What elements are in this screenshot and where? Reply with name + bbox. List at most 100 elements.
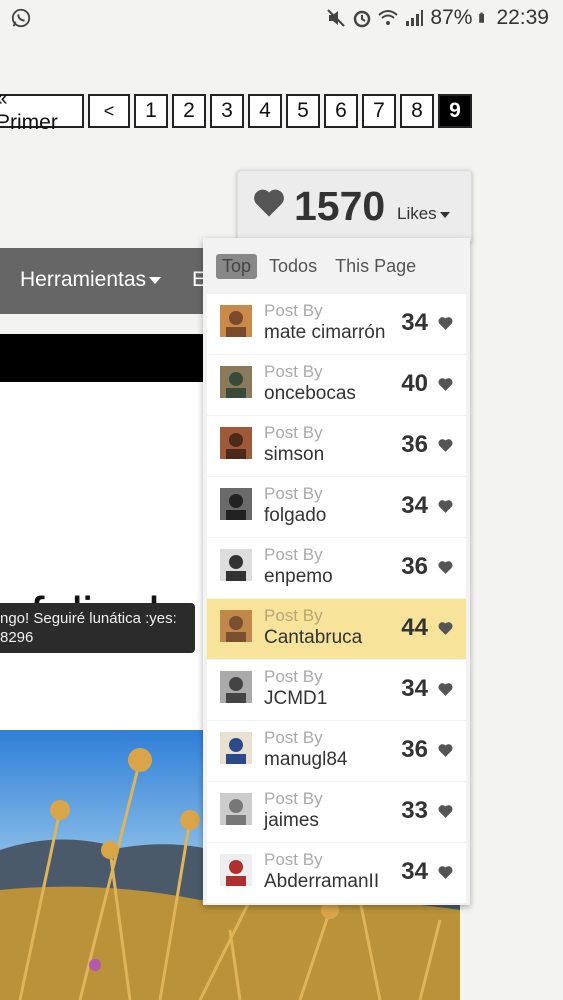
heart-icon: [438, 378, 453, 391]
avatar[interactable]: [220, 854, 252, 886]
heart-icon: [438, 805, 453, 818]
heart-icon: [438, 866, 453, 879]
likes-label: Likes: [397, 204, 450, 224]
liker-row[interactable]: Post By AbderramanII 34: [207, 843, 466, 903]
page-6-button[interactable]: 6: [324, 94, 358, 128]
avatar[interactable]: [220, 427, 252, 459]
prev-page-button[interactable]: <: [88, 94, 130, 128]
post-by-label: Post By: [264, 789, 323, 808]
heart-icon: [438, 622, 453, 635]
tooltip-line-2: 8296: [0, 629, 34, 646]
liker-like-count: 36: [401, 553, 428, 580]
heart-icon: [438, 317, 453, 330]
page-3-button[interactable]: 3: [210, 94, 244, 128]
page-1-button[interactable]: 1: [134, 94, 168, 128]
avatar[interactable]: [220, 366, 252, 398]
battery-percent: 87%: [430, 6, 473, 29]
battery-icon: [479, 12, 485, 23]
heart-icon: [254, 189, 284, 217]
alarm-icon: [354, 10, 371, 28]
liker-row[interactable]: Post By folgado 34: [207, 477, 466, 537]
post-by-label: Post By: [264, 301, 323, 320]
clock: 22:39: [496, 6, 549, 29]
mute-icon: [327, 9, 346, 27]
tab-todos[interactable]: Todos: [263, 254, 323, 279]
whatsapp-icon: [11, 8, 31, 28]
post-header-bar: [0, 334, 205, 382]
caret-down-icon: [439, 211, 450, 218]
liker-row[interactable]: Post By jaimes 33: [207, 782, 466, 842]
liker-username[interactable]: oncebocas: [264, 383, 356, 405]
page-4-button[interactable]: 4: [248, 94, 282, 128]
first-page-button[interactable]: « Primer: [0, 87, 84, 134]
avatar[interactable]: [220, 305, 252, 337]
status-bar: 87% 22:39: [0, 0, 563, 38]
tab-top[interactable]: Top: [216, 254, 258, 279]
avatar[interactable]: [220, 671, 252, 703]
likes-label-text: Likes: [397, 204, 437, 223]
page-7-button[interactable]: 7: [362, 94, 396, 128]
liker-username[interactable]: enpemo: [264, 566, 333, 588]
liker-like-count: 33: [401, 797, 428, 824]
liker-like-count: 34: [401, 675, 428, 702]
heart-icon: [438, 561, 453, 574]
liker-like-count: 34: [401, 492, 428, 519]
liker-username[interactable]: AbderramanII: [264, 871, 379, 893]
page-5-button[interactable]: 5: [286, 94, 320, 128]
tooltip-line-1: ngo! Seguiré lunática :yes:: [0, 610, 177, 627]
liker-username[interactable]: JCMD1: [264, 688, 327, 710]
liker-row[interactable]: Post By Cantabruca 44: [207, 599, 466, 659]
tooltip: ngo! Seguiré lunática :yes: 8296: [0, 603, 195, 653]
post-by-label: Post By: [264, 545, 323, 564]
caret-down-icon: [149, 276, 162, 284]
post-body: [0, 382, 205, 730]
liker-username[interactable]: jaimes: [264, 810, 319, 832]
page-8-button[interactable]: 8: [400, 94, 434, 128]
post-by-label: Post By: [264, 606, 323, 625]
liker-row[interactable]: Post By manugl84 36: [207, 721, 466, 781]
likes-tabs: Top Todos This Page: [216, 254, 422, 279]
likes-count: 1570: [294, 183, 386, 229]
post-by-label: Post By: [264, 362, 323, 381]
liker-username[interactable]: simson: [264, 444, 324, 466]
liker-like-count: 44: [401, 614, 428, 641]
liker-like-count: 34: [401, 309, 428, 336]
page-9-button[interactable]: 9: [438, 94, 472, 128]
likes-button[interactable]: 1570 Likes: [237, 170, 472, 242]
liker-row[interactable]: Post By oncebocas 40: [207, 355, 466, 415]
heart-icon: [438, 500, 453, 513]
liker-username[interactable]: Cantabruca: [264, 627, 362, 649]
nav-herramientas[interactable]: Herramientas: [20, 268, 162, 292]
liker-row[interactable]: Post By enpemo 36: [207, 538, 466, 598]
liker-username[interactable]: mate cimarrón: [264, 322, 385, 344]
liker-row[interactable]: Post By mate cimarrón 34: [207, 294, 466, 354]
post-by-label: Post By: [264, 484, 323, 503]
heart-icon: [438, 439, 453, 452]
likes-dropdown: Top Todos This Page Post By mate cimarrón…: [203, 238, 470, 905]
post-by-label: Post By: [264, 667, 323, 686]
heart-icon: [438, 683, 453, 696]
post-by-label: Post By: [264, 423, 323, 442]
signal-icon: [406, 10, 424, 26]
wifi-icon: [378, 10, 399, 25]
avatar[interactable]: [220, 488, 252, 520]
liker-like-count: 36: [401, 431, 428, 458]
avatar[interactable]: [220, 610, 252, 642]
nav-bar: Herramientas E: [0, 248, 206, 314]
liker-like-count: 36: [401, 736, 428, 763]
post-by-label: Post By: [264, 850, 323, 869]
liker-like-count: 40: [401, 370, 428, 397]
liker-row[interactable]: Post By JCMD1 34: [207, 660, 466, 720]
tab-this-page[interactable]: This Page: [329, 254, 422, 279]
avatar[interactable]: [220, 793, 252, 825]
likes-list: Post By mate cimarrón 34 Post By oncebocas 40…: [207, 294, 466, 904]
liker-username[interactable]: manugl84: [264, 749, 347, 771]
avatar[interactable]: [220, 549, 252, 581]
page-2-button[interactable]: 2: [172, 94, 206, 128]
avatar[interactable]: [220, 732, 252, 764]
page: « Primer < 1 2 3 4 5 6 7 8 9 Herramienta…: [0, 38, 563, 1000]
pagination: « Primer < 1 2 3 4 5 6 7 8 9: [0, 87, 472, 134]
liker-row[interactable]: Post By simson 36: [207, 416, 466, 476]
liker-like-count: 34: [401, 858, 428, 885]
liker-username[interactable]: folgado: [264, 505, 326, 527]
